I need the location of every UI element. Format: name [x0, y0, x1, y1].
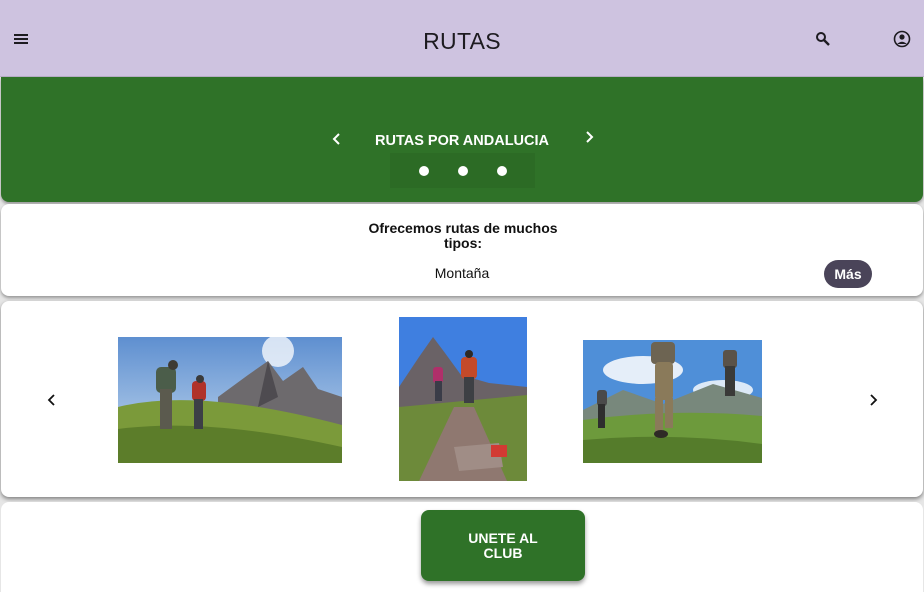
page-title: RUTAS — [423, 28, 501, 54]
carousel-dot[interactable] — [418, 165, 429, 176]
carousel-indicators — [390, 153, 535, 188]
join-card: UNETE AL CLUB — [1, 502, 923, 592]
hikers-rocky-peaks-photo — [118, 337, 342, 463]
carousel-dot[interactable] — [496, 165, 507, 176]
chevron-right-icon[interactable] — [578, 126, 600, 148]
banner-title: RUTAS POR ANDALUCIA — [375, 133, 549, 149]
info-card: Ofrecemos rutas de muchos tipos: Montaña… — [1, 204, 923, 296]
account-icon[interactable] — [888, 25, 916, 53]
more-button[interactable]: Más — [824, 260, 872, 288]
carousel-dot[interactable] — [457, 165, 468, 176]
gallery-next-icon[interactable] — [862, 389, 884, 411]
hikers-meadow-photo — [583, 340, 762, 463]
hero-banner: RUTAS POR ANDALUCIA — [1, 77, 923, 202]
gallery-prev-icon[interactable] — [41, 389, 63, 411]
photo-gallery — [1, 301, 923, 497]
app-bar: RUTAS — [0, 0, 924, 77]
search-icon[interactable] — [809, 25, 837, 53]
hikers-trail-photo — [399, 317, 527, 481]
join-club-button[interactable]: UNETE AL CLUB — [421, 510, 585, 581]
route-type-label: Montaña — [434, 265, 490, 281]
info-lead-text: Ofrecemos rutas de muchos tipos: — [368, 220, 558, 251]
